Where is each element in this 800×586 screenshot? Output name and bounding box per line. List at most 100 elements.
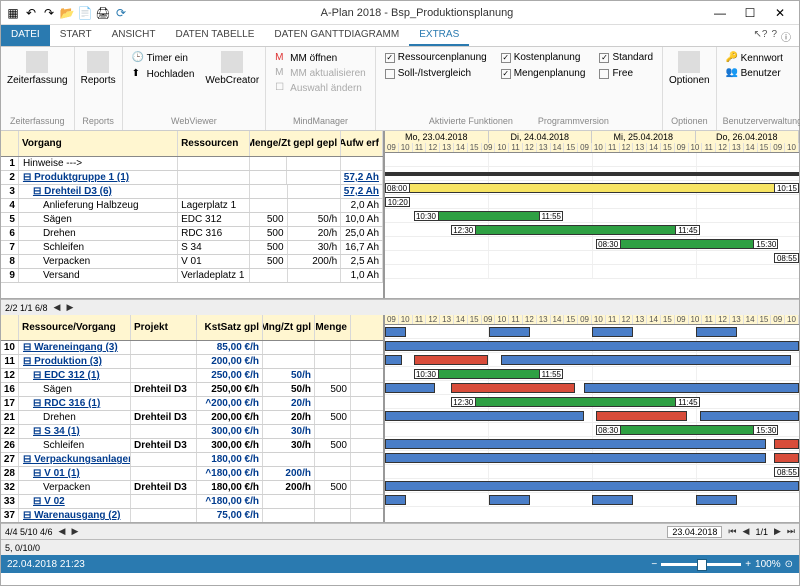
gantt-bar[interactable] [385,495,406,505]
gantt-bar[interactable]: 08:0010:15 [385,183,799,193]
tab-tabelle[interactable]: DATEN TABELLE [165,25,264,46]
gantt-bar[interactable]: 08:0010:20 [385,197,410,207]
gantt-bar[interactable] [592,495,633,505]
gantt-row[interactable] [385,381,799,395]
gantt-bar[interactable] [489,495,530,505]
timer-button[interactable]: 🕒Timer ein [129,51,198,65]
check-mengen[interactable]: Mengenplanung [498,67,589,80]
check-free[interactable]: Free [596,67,656,80]
gantt-row[interactable]: 15:0008:55 [385,251,799,265]
hochladen-button[interactable]: ⬆Hochladen [129,67,198,81]
gantt-row[interactable]: 12:3011:45 [385,395,799,409]
gantt-bar[interactable] [385,355,402,365]
save-icon[interactable]: 📄 [77,5,93,21]
optionen-button[interactable]: Optionen [669,51,710,86]
gantt-row[interactable]: 10:3011:55 [385,209,799,223]
gantt-bar[interactable] [385,411,584,421]
pointer-icon[interactable]: ↖? [753,29,767,42]
refresh-icon[interactable]: ⟳ [113,5,129,21]
table-row[interactable]: 33⊟ V 02^180,00 €/h [1,495,383,509]
gantt-bar[interactable]: 12:3011:45 [451,397,699,407]
next-page-icon[interactable]: ▶ [774,526,781,537]
table-row[interactable]: 4Anlieferung HalbzeugLagerplatz 12,0 Ah [1,199,383,213]
tab-datei[interactable]: DATEI [1,25,50,46]
gantt-bar[interactable]: 15:0008:55 [774,467,799,477]
table-row[interactable]: 37⊟ Warenausgang (2)75,00 €/h [1,509,383,522]
table-row[interactable]: 2⊟ Produktgruppe 1 (1)57,2 Ah [1,171,383,185]
check-standard[interactable]: Standard [596,51,656,64]
table-row[interactable]: 12⊟ EDC 312 (1)250,00 €/h50/h [1,369,383,383]
prev-page-icon[interactable]: ◀ [743,526,750,537]
mm-open-button[interactable]: MMM öffnen [272,51,369,65]
table-row[interactable]: 26SchleifenDrehteil D3300,00 €/h30/h500 [1,439,383,453]
zeiterfassung-button[interactable]: Zeiterfassung [7,51,68,86]
gantt-bar[interactable]: 12:3011:45 [451,225,699,235]
zoom-in-icon[interactable]: + [745,559,751,570]
gantt-row[interactable]: 10:15 [385,265,799,279]
gantt-row[interactable] [385,167,799,181]
kennwort-button[interactable]: 🔑Kennwort [723,51,800,65]
gantt-row[interactable] [385,479,799,493]
table-row[interactable]: 32VerpackenDrehteil D3180,00 €/h200/h500 [1,481,383,495]
gantt-row[interactable] [385,353,799,367]
table-row[interactable]: 28⊟ V 01 (1)^180,00 €/h200/h [1,467,383,481]
table-row[interactable]: 21DrehenDrehteil D3200,00 €/h20/h500 [1,411,383,425]
close-icon[interactable]: ✕ [765,3,795,23]
gantt-row[interactable] [385,493,799,507]
gantt-bar[interactable] [774,453,799,463]
table-row[interactable]: 1Hinweise ---> [1,157,383,171]
gantt-bar[interactable]: 08:3015:30 [596,425,778,435]
table-row[interactable]: 3⊟ Drehteil D3 (6)57,2 Ah [1,185,383,199]
date-field[interactable]: 23.04.2018 [667,526,722,538]
gantt-row[interactable]: 08:3015:30 [385,423,799,437]
gantt-row[interactable] [385,153,799,167]
app-icon[interactable]: ▦ [5,5,21,21]
print-icon[interactable]: 🖨 [95,5,111,21]
gantt-bar[interactable] [501,355,791,365]
zoom-reset-icon[interactable]: ⊙ [785,559,793,570]
table-row[interactable]: 5SägenEDC 31250050/h10,0 Ah [1,213,383,227]
gantt-bar[interactable]: 10:3011:55 [414,369,563,379]
gantt-bar[interactable] [451,383,575,393]
gantt-bar[interactable] [385,453,766,463]
open-icon[interactable]: 📂 [59,5,75,21]
gantt-row[interactable]: 08:0010:15 [385,181,799,195]
check-kosten[interactable]: Kostenplanung [498,51,589,64]
benutzer-button[interactable]: 👥Benutzer [723,66,800,80]
gantt-bar[interactable] [584,383,799,393]
table-row[interactable]: 8VerpackenV 01500200/h2,5 Ah [1,255,383,269]
gantt-row[interactable] [385,451,799,465]
minimize-icon[interactable]: — [705,3,735,23]
table-row[interactable]: 11⊟ Produktion (3)200,00 €/h [1,355,383,369]
table-row[interactable]: 10⊟ Wareneingang (3)85,00 €/h [1,341,383,355]
gantt-bar[interactable]: 10:3011:55 [414,211,563,221]
gantt-bar[interactable] [696,495,737,505]
undo-icon[interactable]: ↶ [23,5,39,21]
tab-gantt[interactable]: DATEN GANTTDIAGRAMM [264,25,409,46]
prev-icon[interactable]: ◀ [54,302,61,313]
tab-extras[interactable]: EXTRAS [409,25,469,46]
gantt-bar[interactable] [596,411,687,421]
info-icon[interactable]: ⓘ [781,29,791,42]
last-icon[interactable]: ⏭ [787,526,795,537]
gantt-row[interactable]: 08:3015:30 [385,237,799,251]
gantt-row[interactable] [385,325,799,339]
gantt-row[interactable]: 08:0010:20 [385,195,799,209]
next-icon[interactable]: ▶ [71,526,78,537]
check-sollIst[interactable]: Soll-/Istvergleich [382,67,490,80]
gantt-bar[interactable] [414,355,489,365]
reports-button[interactable]: Reports [81,51,116,86]
gantt-bar[interactable]: 08:3015:30 [596,239,778,249]
maximize-icon[interactable]: ☐ [735,3,765,23]
table-row[interactable]: 9VersandVerladeplatz 11,0 Ah [1,269,383,283]
gantt-bar[interactable] [700,411,799,421]
table-row[interactable]: 7SchleifenS 3450030/h16,7 Ah [1,241,383,255]
gantt-bar[interactable] [774,439,799,449]
gantt-bar[interactable] [385,481,799,491]
table-row[interactable]: 17⊟ RDC 316 (1)^200,00 €/h20/h [1,397,383,411]
table-row[interactable]: 6DrehenRDC 31650020/h25,0 Ah [1,227,383,241]
gantt-bar[interactable] [489,327,530,337]
gantt-row[interactable]: 15:0008:55 [385,465,799,479]
gantt-bar[interactable]: 15:0008:55 [774,253,799,263]
table-row[interactable]: 22⊟ S 34 (1)300,00 €/h30/h [1,425,383,439]
